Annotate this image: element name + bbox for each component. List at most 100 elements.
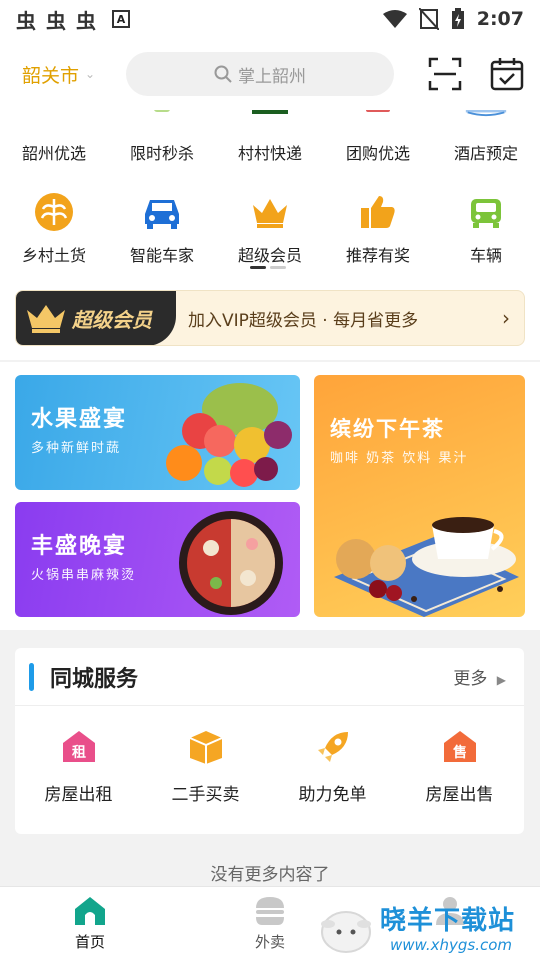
category-super-member[interactable]: 超级会员 <box>216 190 324 266</box>
calendar-check-icon[interactable] <box>490 57 524 91</box>
category-label: 团购优选 <box>345 144 410 163</box>
category-label: 限时秒杀 <box>129 144 194 163</box>
category-label: 智能车家 <box>129 246 194 265</box>
category-village-express[interactable]: 村村快递 <box>216 110 324 164</box>
service-house-sale[interactable]: 售 房屋出售 <box>396 728 523 805</box>
category-smart-car[interactable]: 智能车家 <box>108 190 216 266</box>
hotpot-image <box>179 511 283 615</box>
service-house-rent[interactable]: 租 房屋出租 <box>15 728 142 805</box>
category-label: 乡村土货 <box>21 246 86 265</box>
service-label: 二手买卖 <box>171 785 240 805</box>
promo-title: 水果盛宴 <box>31 407 128 432</box>
status-bar: 虫 虫 虫 A 2:07 <box>0 0 540 38</box>
status-left: 虫 虫 虫 A <box>16 5 130 34</box>
city-services-list: 租 房屋出租 二手买卖 助力免单 售 房屋出售 <box>15 706 524 805</box>
category-vehicles[interactable]: 车辆 <box>432 190 540 266</box>
box-icon <box>189 731 222 764</box>
afternoon-tea-image <box>334 517 519 617</box>
vip-banner[interactable]: 超级会员 加入VIP超级会员 · 每月省更多 › <box>15 290 525 346</box>
category-row-2: 乡村土货 智能车家 超级会员 推荐有奖 车辆 <box>0 190 540 266</box>
no-signal-icon <box>418 8 439 30</box>
clock: 2:07 <box>476 8 524 30</box>
category-label: 推荐有奖 <box>345 246 410 265</box>
category-group-buy[interactable]: 团购优选 <box>324 110 432 164</box>
site-watermark: 晓羊下载站 www.xhygs.com <box>316 898 540 960</box>
nav-home[interactable]: 首页 <box>0 887 180 960</box>
service-second-hand[interactable]: 二手买卖 <box>142 728 269 805</box>
city-services-header: 同城服务 更多 ▶ <box>15 648 524 706</box>
nav-label: 首页 <box>74 933 105 951</box>
city-services-panel: 同城服务 更多 ▶ 租 房屋出租 二手买卖 助力免单 售 房屋出售 <box>15 648 524 834</box>
fruit-basket-image <box>166 383 292 487</box>
vip-badge-label: 超级会员 <box>72 307 152 332</box>
city-selector[interactable]: 韶关市 ⌄ <box>22 61 122 88</box>
section-title: 同城服务 <box>50 666 139 692</box>
grid-page-indicator <box>250 266 286 269</box>
watermark-title: 晓羊下载站 <box>380 906 516 936</box>
rent-icon: 租 <box>62 731 95 762</box>
rocket-icon <box>317 732 348 762</box>
vip-badge: 超级会员 <box>16 291 176 345</box>
search-bar[interactable]: 掌上韶州 <box>126 52 394 96</box>
category-referral-reward[interactable]: 推荐有奖 <box>324 190 432 266</box>
category-hotel[interactable]: 酒店预定 <box>432 110 540 164</box>
top-actions <box>428 57 524 91</box>
category-row-1: 韶州优选 限时秒杀 村村快递 团购优选 酒店预定 <box>0 110 540 164</box>
page-dot <box>270 266 286 269</box>
category-rural-goods[interactable]: 乡村土货 <box>0 190 108 266</box>
promo-subtitle: 多种新鲜时蔬 <box>31 441 122 456</box>
more-link[interactable]: 更多 ▶ <box>453 664 506 689</box>
chevron-right-icon: › <box>502 306 510 330</box>
category-label: 超级会员 <box>237 246 302 265</box>
service-label: 助力免单 <box>298 785 367 805</box>
category-label: 村村快递 <box>237 144 302 163</box>
status-right: 2:07 <box>382 8 524 30</box>
watermark-url: www.xhygs.com <box>390 936 513 954</box>
svg-text:租: 租 <box>72 744 86 761</box>
service-free-order[interactable]: 助力免单 <box>269 728 396 805</box>
promo-title: 缤纷下午茶 <box>330 417 445 441</box>
section-accent-bar <box>29 662 34 691</box>
notification-bug-icon: 虫 <box>76 8 96 33</box>
promo-section: 水果盛宴 多种新鲜时蔬 丰盛晚宴 火锅串串麻辣烫 缤纷下午茶 咖啡 奶茶 饮料 … <box>0 362 540 630</box>
flash-sale-icon <box>140 110 184 132</box>
chevron-down-icon: ⌄ <box>85 67 96 81</box>
category-shaozhou-select[interactable]: 韶州优选 <box>0 110 108 164</box>
crown-icon <box>248 190 292 234</box>
category-label: 韶州优选 <box>21 144 86 163</box>
promo-title: 丰盛晚宴 <box>31 534 128 559</box>
page-dot-active <box>250 266 266 269</box>
promo-dinner-card[interactable]: 丰盛晚宴 火锅串串麻辣烫 <box>15 502 300 617</box>
svg-text:售: 售 <box>452 744 467 761</box>
home-icon <box>75 897 105 925</box>
notification-bug-icon: 虫 <box>46 8 66 33</box>
battery-icon <box>451 8 464 29</box>
notification-bug-icon: 虫 <box>16 8 36 33</box>
crown-icon <box>27 305 65 333</box>
nav-label: 外卖 <box>254 933 285 951</box>
wheat-icon <box>32 190 76 234</box>
burger-icon <box>256 897 284 925</box>
truck-icon <box>248 110 292 132</box>
promo-subtitle: 火锅串串麻辣烫 <box>31 568 137 583</box>
group-buy-icon <box>356 110 400 132</box>
basket-icon <box>32 110 76 132</box>
end-of-list-note: 没有更多内容了 <box>210 865 330 885</box>
service-label: 房屋出售 <box>425 785 494 805</box>
scan-icon[interactable] <box>428 57 462 91</box>
service-label: 房屋出租 <box>44 785 113 805</box>
promo-subtitle: 咖啡 奶茶 饮料 果汁 <box>330 451 469 466</box>
top-bar: 韶关市 ⌄ 掌上韶州 <box>0 38 540 110</box>
search-placeholder: 掌上韶州 <box>238 66 306 87</box>
category-grid: 韶州优选 限时秒杀 村村快递 团购优选 酒店预定 乡村土货 智能车家 超级会员 … <box>0 110 540 360</box>
hotel-icon <box>464 110 508 132</box>
sheep-logo-icon <box>321 911 371 953</box>
promo-tea-card[interactable]: 缤纷下午茶 咖啡 奶茶 饮料 果汁 <box>314 375 525 617</box>
vehicle-icon <box>464 190 508 234</box>
category-flash-sale[interactable]: 限时秒杀 <box>108 110 216 164</box>
more-label: 更多 <box>453 669 488 689</box>
search-icon <box>214 65 232 83</box>
category-label: 车辆 <box>469 246 502 265</box>
triangle-right-icon: ▶ <box>496 673 506 687</box>
promo-fruit-card[interactable]: 水果盛宴 多种新鲜时蔬 <box>15 375 300 490</box>
